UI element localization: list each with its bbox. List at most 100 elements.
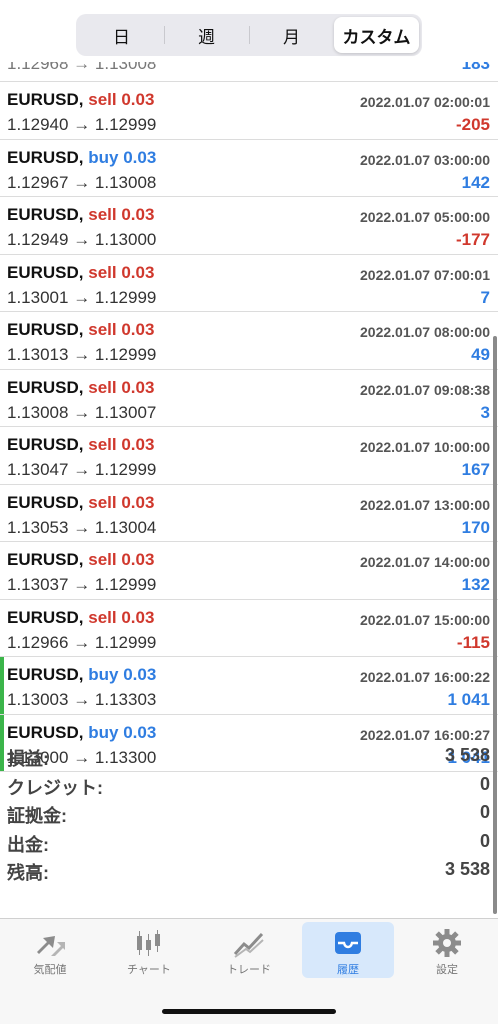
deal-open-price: 1.13001 bbox=[7, 287, 69, 307]
deal-prices: 1.13003 → 1.13303 bbox=[7, 690, 156, 710]
home-indicator bbox=[162, 1009, 336, 1014]
deals-list[interactable]: 1.12968 → 1.13008 183 EURUSD, sell 0.03 2… bbox=[0, 62, 498, 772]
period-segmented-control: 日 週 月 カスタム bbox=[76, 14, 422, 56]
deal-time: 2022.01.07 16:00:22 bbox=[360, 669, 490, 685]
deal-side: sell bbox=[88, 320, 117, 339]
deal-time: 2022.01.07 10:00:00 bbox=[360, 439, 490, 455]
deal-symbol: EURUSD, bbox=[7, 147, 84, 167]
deal-volume: 0.03 bbox=[121, 205, 155, 224]
quotes-arrows-icon bbox=[37, 936, 65, 956]
deal-profit: 170 bbox=[461, 517, 490, 537]
segment-day[interactable]: 日 bbox=[79, 17, 164, 53]
deal-volume: 0.03 bbox=[121, 550, 155, 569]
tab-label: チャート bbox=[127, 964, 171, 976]
deal-close-price: 1.12999 bbox=[94, 632, 157, 652]
deal-row-partial[interactable]: 1.12968 → 1.13008 183 bbox=[0, 62, 498, 82]
deal-row[interactable]: EURUSD, sell 0.03 2022.01.07 14:00:00 1.13… bbox=[0, 542, 498, 600]
deal-open-price: 1.12967 bbox=[7, 172, 69, 192]
arrow-icon: → bbox=[73, 345, 91, 364]
deal-profit: 3 bbox=[480, 402, 490, 422]
deal-side: buy bbox=[88, 722, 119, 742]
deal-profit: 1 041 bbox=[447, 690, 490, 709]
deal-time: 2022.01.07 16:00:27 bbox=[360, 726, 490, 743]
summary-label: 損益: bbox=[7, 749, 49, 769]
deal-row[interactable]: EURUSD, sell 0.03 2022.01.07 13:00:00 1.13… bbox=[0, 485, 498, 542]
arrow-icon: → bbox=[73, 690, 91, 709]
deal-side: sell bbox=[88, 607, 117, 627]
deal-profit: 132 bbox=[461, 575, 490, 594]
deal-row[interactable]: EURUSD, buy 0.03 2022.01.07 16:00:22 1.130… bbox=[0, 657, 498, 715]
deal-row[interactable]: EURUSD, buy 0.03 2022.01.07 03:00:00 1.129… bbox=[0, 140, 498, 197]
summary-label: クレジット: bbox=[7, 777, 103, 798]
deal-prices: 1.13037 → 1.12999 bbox=[7, 575, 156, 595]
tab-label: 履歴 bbox=[337, 964, 359, 976]
deal-side: sell bbox=[88, 205, 117, 224]
summary-value: 0 bbox=[479, 802, 490, 822]
deal-volume: 0.03 bbox=[121, 377, 155, 397]
deal-volume: 0.03 bbox=[121, 262, 155, 282]
gear-icon bbox=[433, 929, 461, 957]
deal-symbol-line: EURUSD, sell 0.03 bbox=[7, 90, 154, 110]
deal-volume: 0.03 bbox=[123, 147, 157, 167]
deal-row[interactable]: EURUSD, sell 0.03 2022.01.07 10:00:00 1.13… bbox=[0, 427, 498, 485]
summary-value: 3 538 bbox=[444, 859, 490, 879]
deal-symbol-line: EURUSD, sell 0.03 bbox=[7, 320, 154, 340]
deal-row[interactable]: EURUSD, sell 0.03 2022.01.07 09:08:38 1.13… bbox=[0, 370, 498, 427]
segment-custom[interactable]: カスタム bbox=[334, 17, 419, 53]
new-deal-indicator bbox=[0, 657, 4, 714]
deal-side: sell bbox=[88, 492, 117, 512]
deal-row[interactable]: EURUSD, sell 0.03 2022.01.07 15:00:00 1.12… bbox=[0, 600, 498, 657]
deal-close-price: 1.12999 bbox=[94, 460, 157, 479]
deal-close-price: 1.12999 bbox=[94, 287, 157, 307]
deal-profit: -177 bbox=[455, 230, 490, 249]
deal-close-price: 1.12999 bbox=[94, 575, 157, 594]
arrow-icon: → bbox=[73, 287, 91, 307]
segment-week[interactable]: 週 bbox=[164, 17, 249, 53]
deal-side: sell bbox=[88, 262, 117, 282]
summary-value: 0 bbox=[479, 773, 490, 794]
scrollbar[interactable] bbox=[493, 336, 497, 914]
deal-profit: 142 bbox=[461, 172, 490, 192]
deal-profit: 7 bbox=[480, 287, 490, 307]
deal-side: buy bbox=[88, 665, 119, 684]
segment-month[interactable]: 月 bbox=[249, 17, 334, 53]
deal-volume: 0.03 bbox=[121, 90, 155, 109]
summary-value: 0 bbox=[479, 830, 490, 851]
deal-close-price: 1.13007 bbox=[94, 402, 157, 422]
deal-time: 2022.01.07 02:00:01 bbox=[360, 94, 490, 110]
deal-row[interactable]: EURUSD, sell 0.03 2022.01.07 05:00:00 1.12… bbox=[0, 197, 498, 255]
deal-time: 2022.01.07 14:00:00 bbox=[360, 554, 490, 570]
deal-side: sell bbox=[88, 90, 117, 109]
deal-time: 2022.01.07 13:00:00 bbox=[360, 496, 490, 513]
deal-row[interactable]: EURUSD, sell 0.03 2022.01.07 08:00:00 1.13… bbox=[0, 312, 498, 370]
deal-symbol: EURUSD, bbox=[7, 492, 84, 512]
tab-trade[interactable]: トレード bbox=[203, 922, 295, 978]
deal-open-price: 1.13053 bbox=[7, 517, 69, 537]
deal-row[interactable]: EURUSD, sell 0.03 2022.01.07 07:00:01 1.13… bbox=[0, 255, 498, 312]
deal-volume: 0.03 bbox=[121, 435, 155, 454]
deal-close-price: 1.12999 bbox=[94, 115, 157, 134]
deal-symbol: EURUSD, bbox=[7, 550, 84, 569]
deal-volume: 0.03 bbox=[121, 607, 155, 627]
deal-prices: 1.12967 → 1.13008 bbox=[7, 173, 156, 193]
deal-prices: 1.13013 → 1.12999 bbox=[7, 345, 156, 365]
deal-symbol: EURUSD, bbox=[7, 205, 84, 224]
tab-settings[interactable]: 設定 bbox=[401, 922, 493, 978]
deal-open-price: 1.13037 bbox=[7, 575, 69, 594]
deal-side: sell bbox=[88, 435, 117, 454]
deal-close-price: 1.13000 bbox=[94, 230, 157, 249]
tab-chart[interactable]: チャート bbox=[103, 922, 195, 978]
deal-volume: 0.03 bbox=[123, 665, 157, 684]
deal-symbol-line: EURUSD, buy 0.03 bbox=[7, 148, 156, 168]
summary-row: 出金: 0 bbox=[0, 828, 498, 857]
tab-history[interactable]: 履歴 bbox=[302, 922, 394, 978]
deal-time: 2022.01.07 05:00:00 bbox=[360, 209, 490, 225]
deal-row[interactable]: EURUSD, sell 0.03 2022.01.07 02:00:01 1.12… bbox=[0, 82, 498, 140]
arrow-icon: → bbox=[73, 115, 91, 134]
tab-quotes[interactable]: 気配値 bbox=[4, 922, 96, 978]
tab-label: 気配値 bbox=[33, 964, 67, 976]
deal-prices: 1.12949 → 1.13000 bbox=[7, 230, 156, 250]
deal-symbol-line: EURUSD, sell 0.03 bbox=[7, 435, 154, 455]
arrow-icon: → bbox=[73, 460, 91, 479]
summary-row: 残高: 3 538 bbox=[0, 856, 498, 885]
